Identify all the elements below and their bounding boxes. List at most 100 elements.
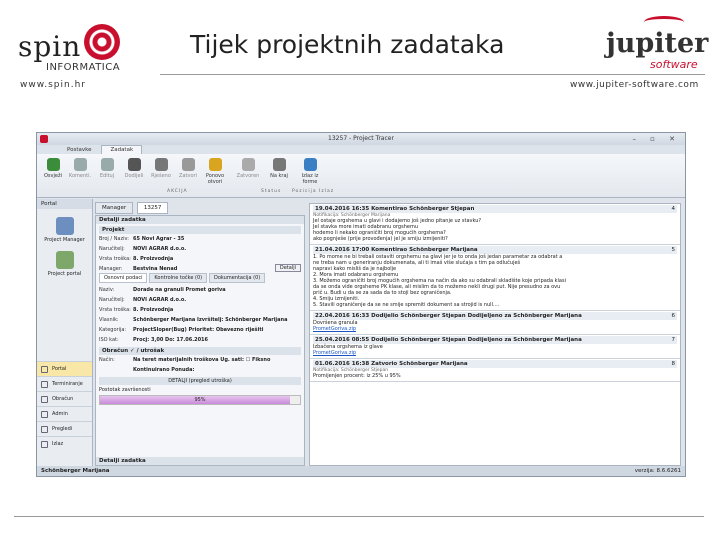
details-button[interactable]: Detalji xyxy=(274,264,301,272)
history-entry-title: 01.06.2016 16:38 Zatvorio Schönberger Ma… xyxy=(315,361,468,367)
history-entry: 21.04.2016 17:00 Komentirao Schönberger … xyxy=(310,245,680,311)
ribbon-button-9[interactable]: Izlaz iz forme xyxy=(298,158,322,185)
left-nav-item[interactable]: Portal xyxy=(37,361,92,376)
task-details-footer: Detalji zadatka xyxy=(96,457,304,465)
field-label: Broj / Naziv: xyxy=(99,236,129,242)
task-history-panel: 19.04.2016 16:35 Komentirao Schönberger … xyxy=(309,203,681,466)
tab-zadatak[interactable]: Zadatak xyxy=(101,145,143,154)
history-entry-text: 1. Po mome ne bi trebali ostaviti orgshe… xyxy=(313,254,566,308)
history-entry: 25.04.2016 08:55 Dodijelio Schönberger S… xyxy=(310,335,680,359)
field-row: Vlasnik: Schönberger Marijana Izvršitelj:… xyxy=(99,315,301,325)
subtab-checkpoints[interactable]: Kontrolne točke (0) xyxy=(149,273,208,283)
field-row: Način: Na teret materijalnih troškova Ug.… xyxy=(99,355,301,365)
arrow-down-icon xyxy=(272,158,286,171)
field-row: ISO kat: Procj: 3,00 Do: 17.06.2016 xyxy=(99,335,301,345)
slide: spin INFORMATICA www.spin.hr Tijek proje… xyxy=(0,0,720,540)
folder-open-icon xyxy=(208,158,222,171)
details-usage-bar[interactable]: DETALJI (pregled utroška) xyxy=(99,377,301,385)
ribbon-button-0[interactable]: Osvježi xyxy=(41,158,65,179)
ribbon-button-2[interactable]: Edituj xyxy=(95,158,119,179)
ribbon-group-label: Pozicija xyxy=(292,189,317,194)
ribbon-button-8[interactable]: Na kraj xyxy=(267,158,291,179)
task-details-header: Detalji zadatka xyxy=(96,216,304,224)
document-tabs: Manager 13257 xyxy=(95,202,170,214)
ribbon-button-label: Ponovo otvori xyxy=(205,173,225,185)
history-entry-text: Jel ostaje orgshema u glavi i dodajemo j… xyxy=(313,218,482,242)
project-manager-button[interactable]: Project Manager xyxy=(37,217,92,243)
ribbon-button-7[interactable]: Zatvoren xyxy=(236,158,260,179)
history-entry-title: 21.04.2016 17:00 Komentirao Schönberger … xyxy=(315,247,478,253)
edit-icon xyxy=(100,158,114,171)
task-subtabs: Osnovni podaci Kontrolne točke (0) Dokum… xyxy=(99,273,301,283)
field-value: Procj: 3,00 Do: 17.06.2016 xyxy=(133,337,209,343)
close-doc-icon xyxy=(181,158,195,171)
subtab-basic-data[interactable]: Osnovni podaci xyxy=(99,273,148,283)
field-label: ISO kat: xyxy=(99,337,119,343)
ribbon-button-5[interactable]: Zatvori xyxy=(176,158,200,179)
ribbon-button-1[interactable]: Komenti. xyxy=(68,158,92,179)
left-nav-list: Portal Terminiranje Obračun Admin Pregledi Iz… xyxy=(37,361,92,451)
project-portal-icon xyxy=(55,251,74,269)
field-label: Kategorija: xyxy=(99,327,127,333)
completion-label: Postotak završenosti xyxy=(99,387,151,393)
header-divider xyxy=(160,74,705,75)
project-tracer-window: 13257 - Project Tracer – ▫ ✕ Postavke Za… xyxy=(36,132,686,477)
field-label: Naručitelj: xyxy=(99,297,125,303)
refresh-icon xyxy=(46,158,60,171)
field-value: 8. Proizvodnja xyxy=(133,307,174,313)
nav-item-icon xyxy=(41,365,48,373)
field-value: Na teret materijalnih troškova Ug. sati:… xyxy=(133,357,271,363)
nav-item-icon xyxy=(41,410,48,418)
field-label: Naziv: xyxy=(99,287,115,293)
ribbon-group-label: Izlaz xyxy=(319,189,335,194)
field-row: Naziv: Dorade na granuli Promet goriva xyxy=(99,285,301,295)
history-entry-title: 19.04.2016 16:35 Komentirao Schönberger … xyxy=(315,206,475,212)
history-entry-attachment-link[interactable]: PrometGoriva.zip xyxy=(313,326,677,332)
left-nav-header: Portal xyxy=(37,199,92,209)
history-entry-title: 25.04.2016 08:55 Dodijelio Schönberger S… xyxy=(315,337,582,343)
history-entry-number: 6 xyxy=(671,313,676,319)
left-nav-item[interactable]: Izlaz xyxy=(37,436,92,451)
field-label: Način: xyxy=(99,357,115,363)
field-value: 65 Novi Agrar - 35 xyxy=(133,236,185,242)
left-nav-item[interactable]: Pregledi xyxy=(37,421,92,436)
assign-icon xyxy=(127,158,141,171)
field-label: Naručitelj: xyxy=(99,246,125,252)
jupiter-url: www.jupiter-software.com xyxy=(570,80,699,90)
ribbon-button-label: Zatvoren xyxy=(236,173,260,179)
project-section: Projekt Broj / Naziv: 65 Novi Agrar - 35 N… xyxy=(99,226,301,272)
tab-13257[interactable]: 13257 xyxy=(136,202,169,214)
left-nav-item[interactable]: Terminiranje xyxy=(37,376,92,391)
history-entry: 01.06.2016 16:38 Zatvorio Schönberger Ma… xyxy=(310,359,680,382)
history-entry-attachment-link[interactable]: PrometGoriva.zip xyxy=(313,350,677,356)
left-nav-item[interactable]: Obračun xyxy=(37,391,92,406)
project-portal-label: Project portal xyxy=(47,271,82,277)
ribbon-tabs: Postavke Zadatak xyxy=(37,145,685,154)
tab-postavke[interactable]: Postavke xyxy=(59,146,100,154)
ribbon-button-label: Komenti. xyxy=(68,173,92,179)
field-value: NOVI AGRAR d.o.o. xyxy=(133,246,187,252)
history-entry-number: 8 xyxy=(671,361,676,367)
field-row: Kategorija: ProjectSloper(Bug) Prioritet:… xyxy=(99,325,301,335)
ribbon-button-6[interactable]: Ponovo otvori xyxy=(203,158,227,185)
field-value: ProjectSloper(Bug) Prioritet: Obavezno r… xyxy=(133,327,264,333)
ribbon-button-label: Izlaz iz forme xyxy=(301,173,319,185)
subtab-documentation[interactable]: Dokumentacija (0) xyxy=(209,273,266,283)
history-entry-header: 22.04.2016 16:33 Dodijelio Schönberger S… xyxy=(313,312,677,320)
status-icon xyxy=(241,158,255,171)
left-nav-item-label: Izlaz xyxy=(52,441,64,447)
field-value: Kontinuirano Ponuda: xyxy=(133,367,195,373)
ribbon-button-4[interactable]: Rješeno xyxy=(149,158,173,179)
left-nav-item[interactable]: Admin xyxy=(37,406,92,421)
details-usage-label: DETALJI (pregled utroška) xyxy=(168,378,232,384)
tab-manager[interactable]: Manager xyxy=(95,202,134,214)
left-nav-item-label: Admin xyxy=(52,411,68,417)
project-portal-button[interactable]: Project portal xyxy=(37,251,92,277)
ribbon-button-label: Osvježi xyxy=(44,173,62,179)
ribbon-button-3[interactable]: Dodijeli xyxy=(122,158,146,179)
window-controls[interactable]: – ▫ ✕ xyxy=(632,135,681,143)
jupiter-logo-swoosh-icon xyxy=(644,16,684,28)
field-value: Dorade na granuli Promet goriva xyxy=(133,287,226,293)
task-details-panel: Detalji zadatka Projekt Broj / Naziv: 65 … xyxy=(95,215,305,466)
window-title: 13257 - Project Tracer xyxy=(328,135,394,142)
